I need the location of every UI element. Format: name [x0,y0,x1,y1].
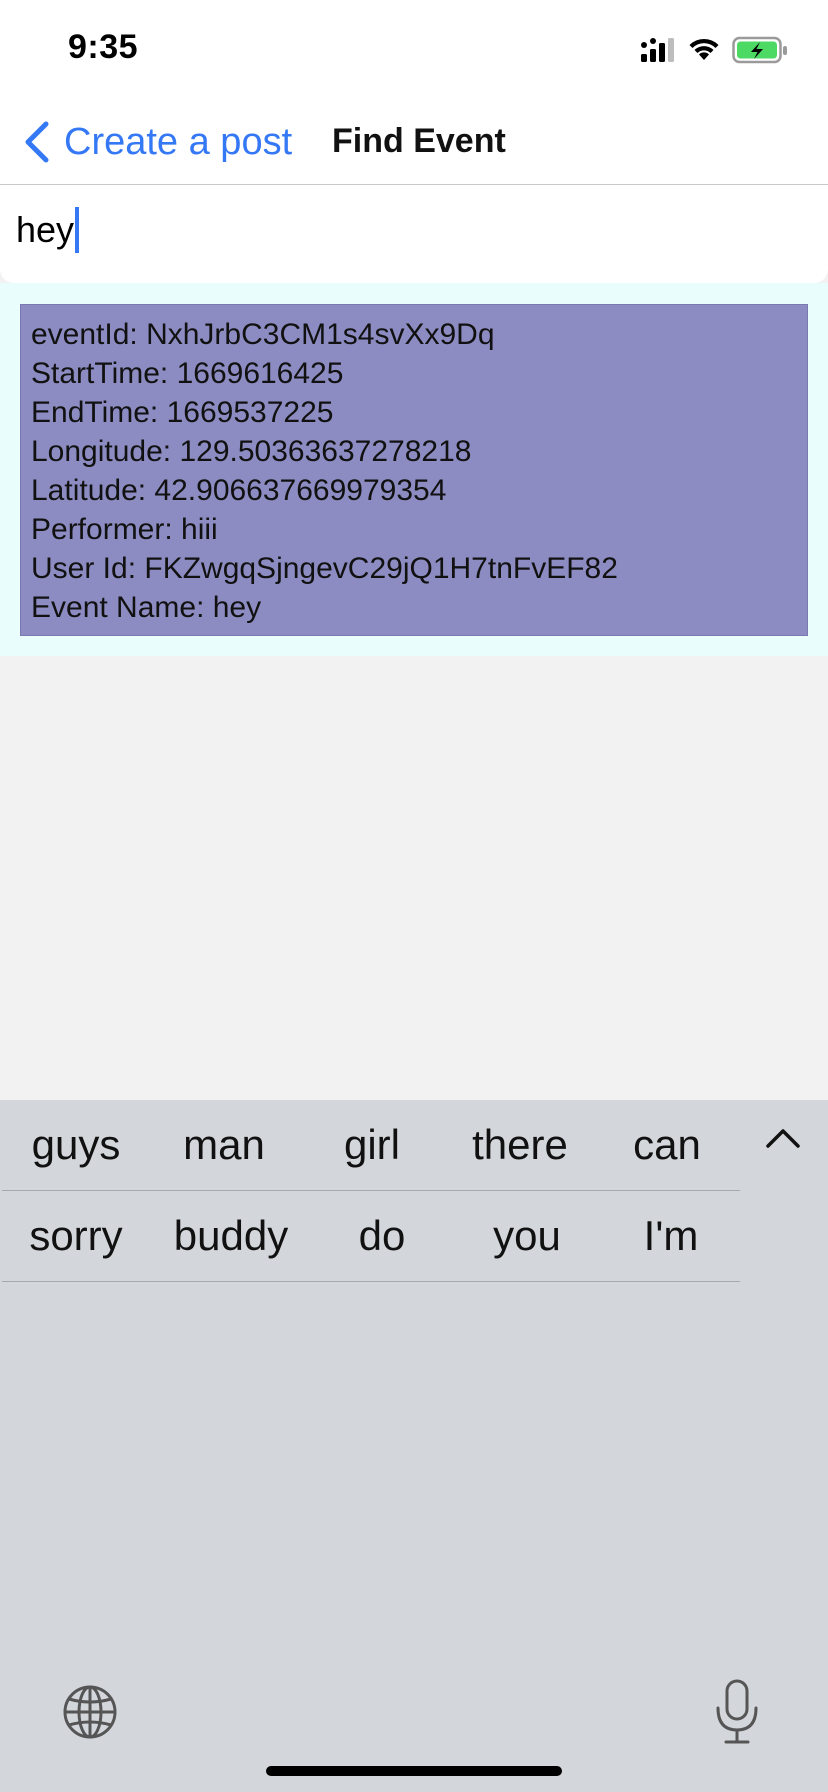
status-icons [640,34,788,66]
event-id-line: eventId: NxhJrbC3CM1s4svXx9Dq [31,318,495,351]
status-bar: 9:35 [0,0,828,100]
wifi-icon [689,38,719,60]
suggestion-word[interactable]: do [312,1191,452,1281]
user-id-line: User Id: FKZwgqSjngevC29jQ1H7tnFvEF82 [31,552,618,585]
suggestion-word[interactable]: there [446,1100,594,1190]
suggestion-word[interactable]: I'm [602,1191,740,1281]
search-input-value: hey [16,209,75,250]
keyboard: guys man girl there can sorry buddy do y… [0,1100,828,1792]
suggestion-word[interactable]: you [452,1191,602,1281]
globe-button[interactable] [62,1684,118,1740]
suggestion-word[interactable]: buddy [150,1191,312,1281]
collapse-chevron-icon [766,1129,800,1148]
suggestion-word[interactable]: man [150,1100,298,1190]
suggestion-word[interactable]: can [594,1100,740,1190]
longitude-line: Longitude: 129.50363637278218 [31,435,472,468]
suggestion-word[interactable]: guys [2,1100,150,1190]
search-input[interactable]: hey [16,207,80,253]
cellular-signal-icon [641,38,674,62]
page-title: Find Event [332,122,506,160]
event-name-line: Event Name: hey [31,591,262,624]
suggestion-word[interactable]: girl [298,1100,446,1190]
suggestion-row-1: guys man girl there can [2,1100,740,1191]
status-time: 9:35 [68,28,139,66]
back-button-label: Create a post [64,120,293,163]
microphone-icon [716,1679,758,1744]
text-cursor [75,207,80,253]
end-time-line: EndTime: 1669537225 [31,396,334,429]
chevron-left-icon [25,121,49,163]
search-field-container[interactable]: hey [0,185,828,283]
event-result-card[interactable]: eventId: NxhJrbC3CM1s4svXx9Dq StartTime:… [20,304,808,636]
dictation-button[interactable] [712,1678,762,1746]
navigation-bar: Create a post Find Event [0,100,828,185]
home-indicator[interactable] [266,1766,562,1776]
battery-charging-icon [732,36,787,64]
results-list: eventId: NxhJrbC3CM1s4svXx9Dq StartTime:… [0,283,828,656]
latitude-line: Latitude: 42.906637669979354 [31,474,447,507]
suggestion-word[interactable]: sorry [2,1191,150,1281]
globe-icon [63,1685,117,1739]
performer-line: Performer: hiii [31,513,218,546]
suggestion-row-2: sorry buddy do you I'm [2,1191,740,1282]
collapse-suggestions-button[interactable] [758,1114,808,1164]
back-button[interactable]: Create a post [22,114,292,170]
start-time-line: StartTime: 1669616425 [31,357,344,390]
